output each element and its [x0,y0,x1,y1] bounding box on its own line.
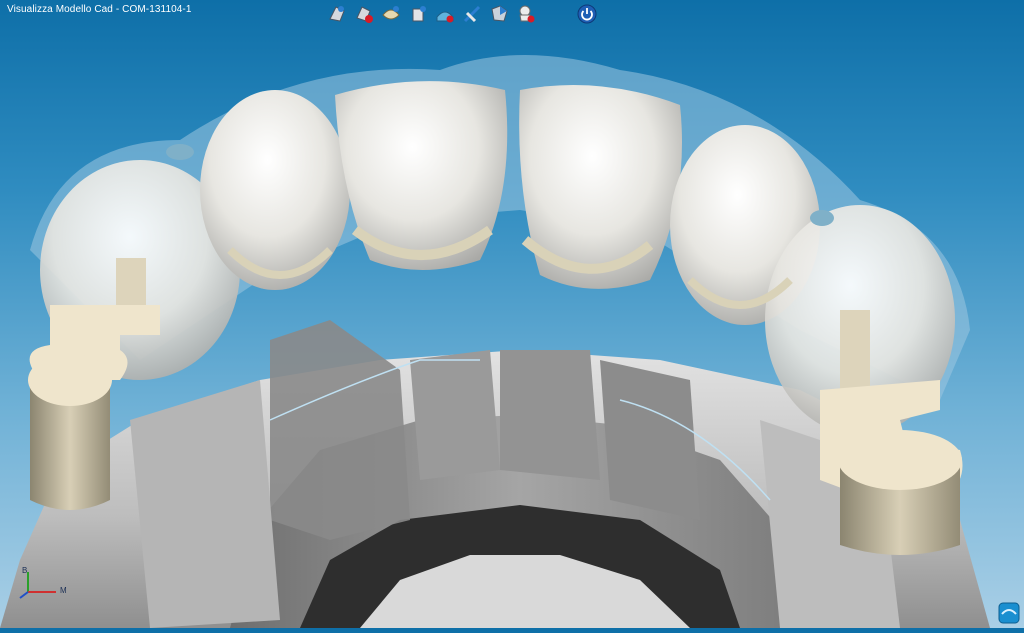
view-cube-icon [998,602,1020,624]
model-hide-button[interactable] [353,3,375,25]
abutment-view-icon [412,6,426,22]
section-view-button[interactable] [461,3,483,25]
model-hide-icon [356,6,373,23]
view-cube-button[interactable] [998,602,1020,624]
antagonist-view-icon [519,5,535,23]
shaded-view-button[interactable] [488,3,510,25]
gingiva-view-icon [436,11,454,23]
model-view-icon [329,6,345,22]
axis-label-y: B [22,566,28,575]
axis-label-x: M [60,586,67,595]
axis-triad: B M [16,562,76,602]
power-icon [577,4,597,24]
model-view-button[interactable] [326,3,348,25]
crown-left-canine [200,90,350,290]
window-title: Visualizza Modello Cad - COM-131104-1 [7,4,192,15]
power-button[interactable] [577,4,597,24]
3d-viewport[interactable] [0,0,1024,628]
view-toolbar [326,2,537,26]
implant-post-right-pin [840,310,870,390]
abutment-view-button[interactable] [407,3,429,25]
dental-model-render [0,55,990,628]
crown-view-icon [382,6,400,20]
crown-view-button[interactable] [380,3,402,25]
gingiva-view-button[interactable] [434,3,456,25]
antagonist-view-button[interactable] [515,3,537,25]
section-view-icon [463,5,481,23]
shaded-view-icon [491,5,508,22]
crown-central-left [335,81,508,270]
